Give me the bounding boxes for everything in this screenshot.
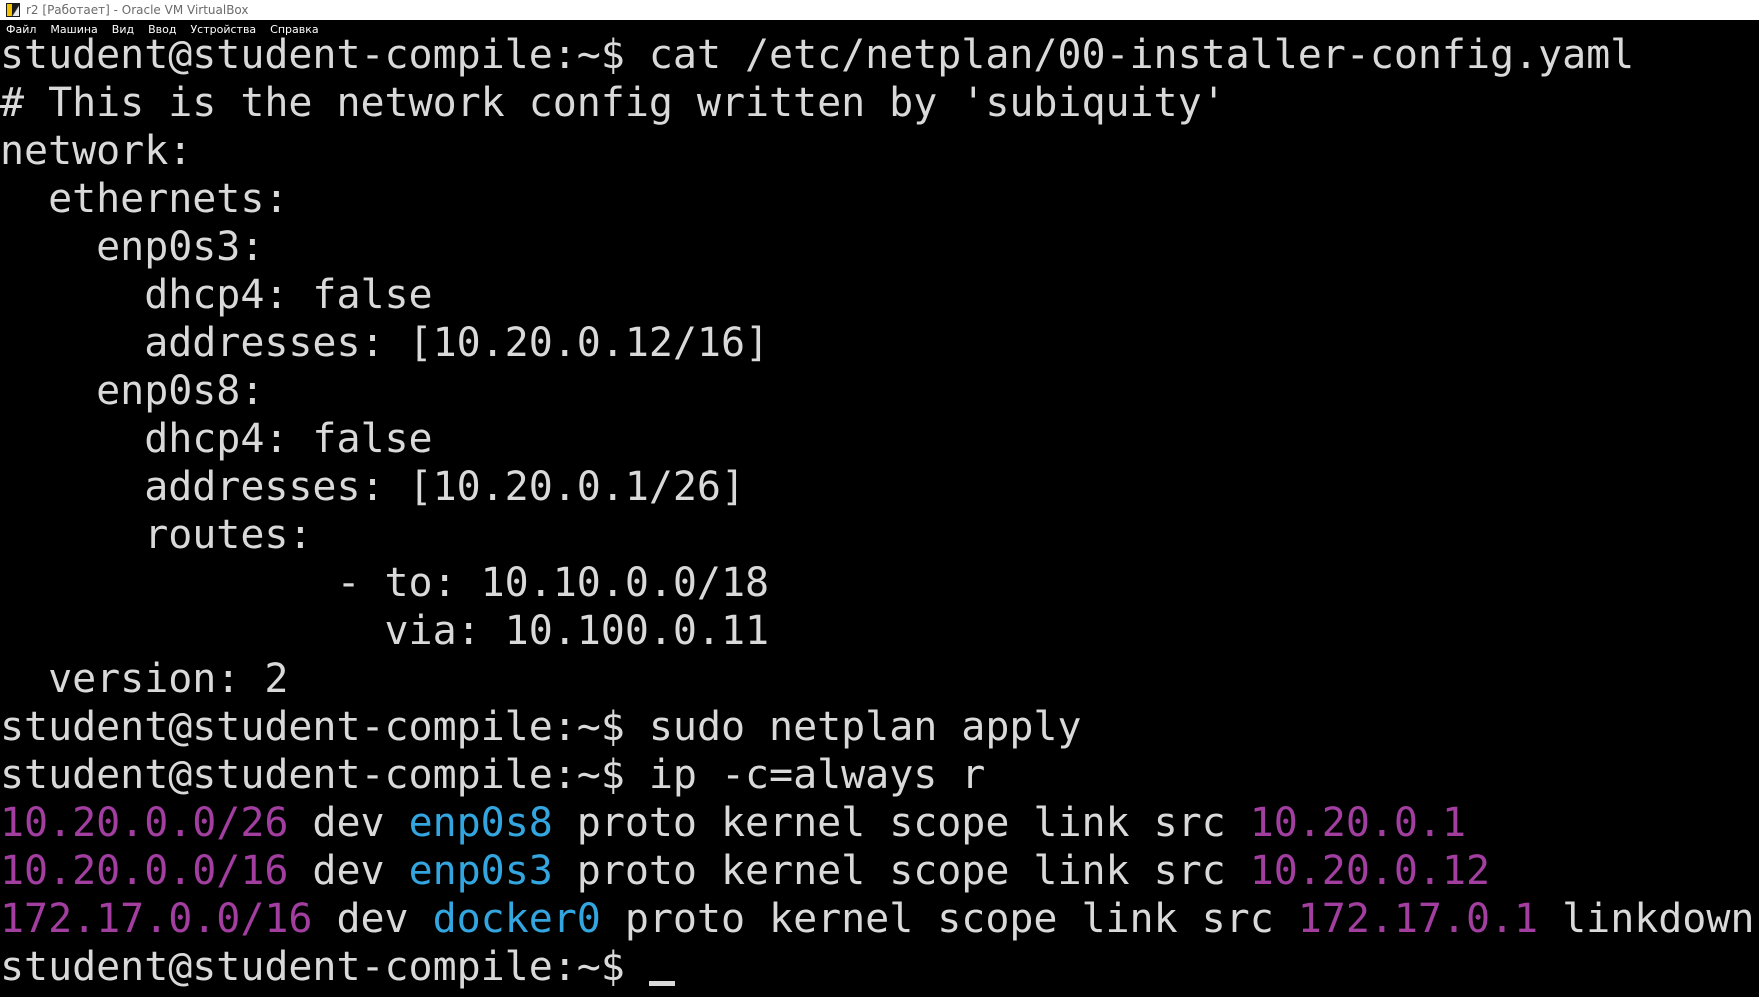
yaml-line: via: 10.100.0.11	[0, 608, 770, 654]
yaml-line: version: 2	[0, 656, 289, 702]
route-details: proto kernel scope link src	[600, 896, 1298, 942]
route-network: 10.20.0.0/26	[0, 800, 289, 846]
shell-prompt: student@student-compile:~$	[0, 32, 649, 78]
command-text: sudo netplan apply	[648, 704, 1082, 750]
command-line-current[interactable]: student@student-compile:~$	[0, 943, 1759, 991]
virtualbox-icon	[6, 3, 20, 17]
virtualbox-window: r2 [Работает] - Oracle VM VirtualBox Фай…	[0, 0, 1759, 997]
terminal-screen[interactable]: student@student-compile:~$ cat /etc/netp…	[0, 31, 1759, 997]
yaml-line: dhcp4: false	[0, 416, 433, 462]
yaml-line: routes:	[0, 512, 313, 558]
route-details: proto kernel scope link src	[552, 848, 1250, 894]
command-text: ip -c=always r	[648, 752, 986, 798]
command-line-cat: student@student-compile:~$ cat /etc/netp…	[0, 31, 1759, 79]
shell-prompt: student@student-compile:~$	[0, 704, 649, 750]
yaml-line: addresses: [10.20.0.12/16]	[0, 320, 770, 366]
route-device: docker0	[432, 896, 601, 942]
route-source: 10.20.0.1	[1249, 800, 1466, 846]
shell-prompt: student@student-compile:~$	[0, 752, 649, 798]
route-network: 172.17.0.0/16	[0, 896, 313, 942]
yaml-line: - to: 10.10.0.0/18	[0, 560, 770, 606]
route-details: proto kernel scope link src	[552, 800, 1250, 846]
window-titlebar[interactable]: r2 [Работает] - Oracle VM VirtualBox	[0, 0, 1759, 20]
route-dev-keyword: dev	[288, 848, 409, 894]
text-cursor	[648, 981, 675, 986]
route-dev-keyword: dev	[288, 800, 409, 846]
command-line-apply: student@student-compile:~$ sudo netplan …	[0, 703, 1759, 751]
route-source: 172.17.0.1	[1297, 896, 1539, 942]
route-device: enp0s3	[408, 848, 553, 894]
window-title: r2 [Работает] - Oracle VM VirtualBox	[26, 3, 249, 17]
route-row: 172.17.0.0/16 dev docker0 proto kernel s…	[0, 895, 1759, 943]
yaml-line: enp0s3:	[0, 224, 265, 270]
yaml-line: ethernets:	[0, 176, 289, 222]
route-row: 10.20.0.0/16 dev enp0s3 proto kernel sco…	[0, 847, 1759, 895]
route-dev-keyword: dev	[312, 896, 433, 942]
route-source: 10.20.0.12	[1249, 848, 1491, 894]
route-row: 10.20.0.0/26 dev enp0s8 proto kernel sco…	[0, 799, 1759, 847]
yaml-line: network:	[0, 128, 193, 174]
yaml-line: addresses: [10.20.0.1/26]	[0, 464, 745, 510]
shell-prompt: student@student-compile:~$	[0, 944, 649, 990]
command-line-route: student@student-compile:~$ ip -c=always …	[0, 751, 1759, 799]
command-text: cat /etc/netplan/00-installer-config.yam…	[648, 32, 1635, 78]
yaml-line: enp0s8:	[0, 368, 265, 414]
route-network: 10.20.0.0/16	[0, 848, 289, 894]
yaml-line: dhcp4: false	[0, 272, 433, 318]
route-device: enp0s8	[408, 800, 553, 846]
route-tail: linkdown	[1538, 896, 1755, 942]
yaml-line: # This is the network config written by …	[0, 80, 1226, 126]
